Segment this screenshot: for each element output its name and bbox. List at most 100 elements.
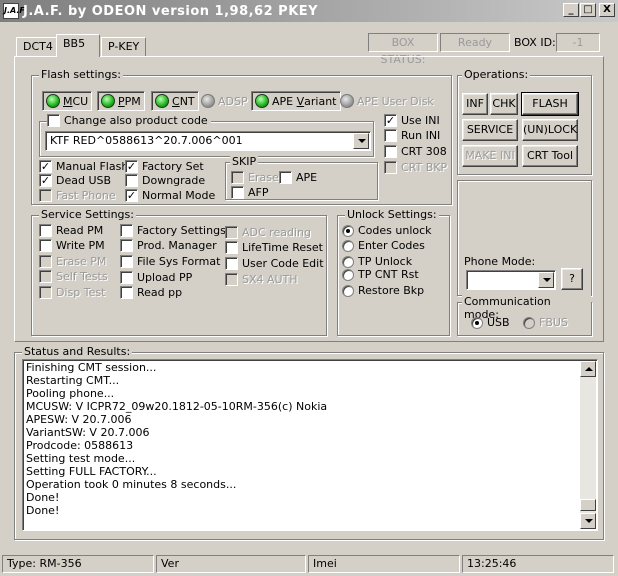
box-id-value: -1: [556, 33, 600, 52]
mcu-rest: CU: [72, 94, 89, 108]
fbus-radio[interactable]: FBUS: [523, 316, 568, 329]
radio-circle: [342, 239, 354, 252]
read-pm-checkbox[interactable]: Read PM: [39, 224, 103, 237]
write-pm-label: Write PM: [56, 239, 105, 252]
crt-tool-button[interactable]: CRT Tool: [522, 145, 578, 167]
ape-user-disk-toggle[interactable]: APE User Disk: [340, 94, 434, 108]
checkbox-checked: ✓: [125, 189, 138, 202]
dead-usb-checkbox[interactable]: ✓ Dead USB: [39, 174, 111, 187]
log-line: Restarting CMT...: [26, 374, 120, 387]
statusbar-type: Type: RM-356: [2, 555, 154, 573]
adsp-toggle[interactable]: ADSP: [201, 94, 248, 108]
service-button[interactable]: SERVICE: [462, 119, 518, 141]
mcu-toggle[interactable]: M CU: [42, 91, 93, 111]
upload-pp-label: Upload PP: [137, 271, 193, 284]
lifetime-reset-checkbox[interactable]: LifeTime Reset: [225, 241, 323, 254]
checkbox-box: [39, 189, 52, 202]
make-ini-button[interactable]: MAKE INI: [462, 145, 518, 167]
factory-set-checkbox[interactable]: ✓ Factory Set: [125, 160, 204, 173]
tp-unlock-radio[interactable]: TP Unlock: [342, 255, 412, 268]
ape-variant-ul: V: [296, 94, 305, 108]
enter-codes-label: Enter Codes: [358, 239, 425, 252]
statusbar-time: 13:25:46: [462, 555, 614, 573]
use-ini-label: Use INI: [401, 114, 440, 127]
checkbox-box: [225, 273, 238, 286]
crt308-checkbox[interactable]: CRT 308: [384, 145, 447, 158]
log-scrollbar[interactable]: [580, 361, 596, 529]
scroll-thumb[interactable]: [580, 499, 596, 511]
log-line: MCUSW: V ICPR72_09w20.1812-05-10RM-356(c…: [26, 400, 328, 413]
change-product-code-checkbox[interactable]: Change also product code: [47, 114, 211, 127]
ape-variant-toggle[interactable]: APE Variant: [251, 91, 341, 111]
mcu-ul: M: [63, 94, 73, 108]
prod-manager-label: Prod. Manager: [137, 239, 217, 252]
read-pp-checkbox[interactable]: Read pp: [120, 286, 182, 299]
checkbox-box: [384, 129, 397, 142]
usb-radio[interactable]: USB: [471, 316, 510, 329]
manual-flash-checkbox[interactable]: ✓ Manual Flash: [39, 160, 128, 173]
scroll-down-icon[interactable]: [580, 513, 596, 529]
checkbox-box: [120, 286, 133, 299]
normal-mode-checkbox[interactable]: ✓ Normal Mode: [125, 189, 215, 202]
dropdown-arrow-icon[interactable]: [538, 272, 554, 288]
scroll-up-icon[interactable]: [580, 361, 596, 377]
adc-reading-checkbox[interactable]: ADC reading: [225, 226, 311, 239]
inf-button[interactable]: INF: [462, 93, 488, 115]
checkbox-box: [120, 224, 133, 237]
downgrade-checkbox[interactable]: Downgrade: [125, 174, 205, 187]
tab-p-key[interactable]: P-KEY: [101, 37, 147, 57]
self-tests-checkbox[interactable]: Self Tests: [39, 270, 108, 283]
radio-circle: [342, 268, 354, 281]
led-on-icon: [155, 94, 169, 108]
unlock-button[interactable]: (UN)LOCK: [522, 119, 578, 141]
checkbox-box: [120, 239, 133, 252]
sx4-auth-checkbox[interactable]: SX4 AUTH: [225, 273, 298, 286]
product-code-select[interactable]: KTF RED^0588613^20.7.006^001: [45, 131, 371, 151]
disp-test-checkbox[interactable]: Disp Test: [39, 286, 105, 299]
codes-unlock-radio[interactable]: Codes unlock: [342, 224, 432, 237]
tp-cnt-rst-label: TP CNT Rst: [358, 268, 419, 281]
prod-manager-checkbox[interactable]: Prod. Manager: [120, 239, 217, 252]
log-line: VariantSW: V 20.7.006: [26, 426, 150, 439]
tp-cnt-rst-radio[interactable]: TP CNT Rst: [342, 268, 419, 281]
erase-pm-checkbox[interactable]: Erase PM: [39, 255, 106, 268]
ppm-ul: P: [118, 94, 125, 108]
radio-circle: [342, 255, 354, 268]
minimize-button[interactable]: _: [563, 3, 579, 17]
upload-pp-checkbox[interactable]: Upload PP: [120, 271, 192, 284]
cnt-toggle[interactable]: C NT: [151, 91, 199, 111]
service-settings-title: Service Settings:: [39, 208, 136, 221]
ppm-toggle[interactable]: P PM: [97, 91, 145, 111]
status-log[interactable]: Finishing CMT session... Restarting CMT.…: [22, 359, 598, 531]
change-product-code-label: Change also product code: [64, 114, 208, 127]
phone-mode-help-button[interactable]: ?: [561, 268, 583, 290]
downgrade-label: Downgrade: [142, 174, 206, 187]
statusbar-imei: Imei: [308, 555, 460, 573]
skip-ape-checkbox[interactable]: APE: [279, 171, 317, 184]
factory-settings-checkbox[interactable]: Factory Settings: [120, 224, 226, 237]
dropdown-arrow-icon[interactable]: [353, 133, 369, 149]
led-on-icon: [101, 94, 115, 108]
restore-bkp-radio[interactable]: Restore Bkp: [342, 284, 424, 297]
tab-bb5[interactable]: BB5: [56, 34, 100, 57]
flash-button[interactable]: FLASH: [521, 92, 579, 116]
use-ini-checkbox[interactable]: ✓ Use INI: [384, 114, 440, 127]
skip-afp-checkbox[interactable]: AFP: [231, 186, 269, 199]
maximize-button[interactable]: □: [580, 3, 596, 17]
file-sys-format-checkbox[interactable]: File Sys Format: [120, 255, 220, 268]
fast-phone-checkbox[interactable]: Fast Phone: [39, 189, 116, 202]
user-code-edit-checkbox[interactable]: User Code Edit: [225, 257, 324, 270]
enter-codes-radio[interactable]: Enter Codes: [342, 239, 425, 252]
chk-button[interactable]: CHK: [490, 93, 518, 115]
usb-label: USB: [487, 316, 510, 329]
led-off-icon: [340, 94, 354, 108]
tab-dct4[interactable]: DCT4: [16, 37, 60, 57]
phone-mode-select[interactable]: [466, 270, 556, 290]
factory-settings-label: Factory Settings: [137, 224, 226, 237]
box-id-label: BOX ID:: [514, 36, 556, 49]
crt-bkp-checkbox[interactable]: CRT BKP: [384, 161, 447, 174]
close-button[interactable]: X: [599, 3, 615, 17]
write-pm-checkbox[interactable]: Write PM: [39, 239, 105, 252]
skip-erase-checkbox[interactable]: Erase: [231, 171, 279, 184]
run-ini-checkbox[interactable]: Run INI: [384, 129, 440, 142]
